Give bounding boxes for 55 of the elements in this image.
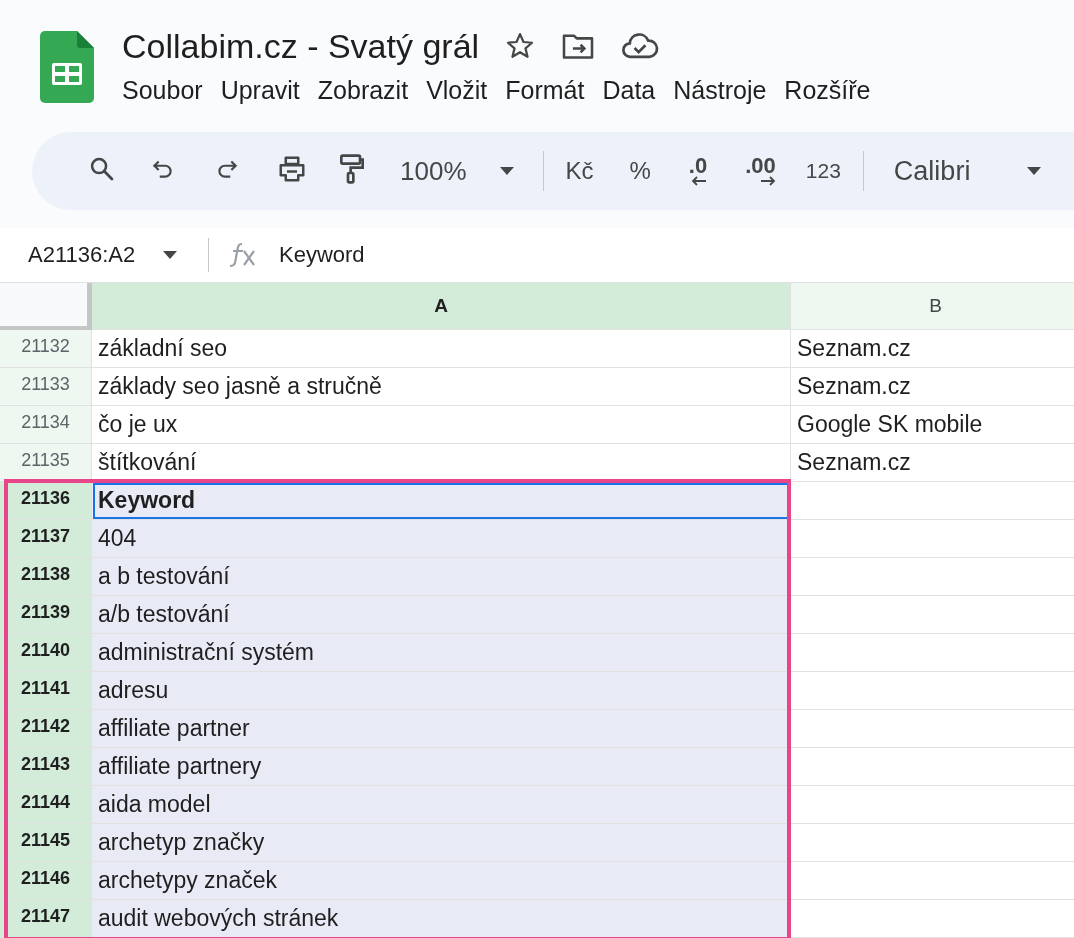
table-cell: Seznam.cz [791, 444, 1074, 482]
currency-format-button[interactable]: Kč [565, 157, 594, 185]
column-header[interactable]: A [92, 283, 791, 330]
row-header[interactable]: 21137 [0, 520, 92, 558]
row-header[interactable]: 21144 [0, 786, 92, 824]
cloud-check-icon[interactable] [621, 32, 660, 60]
spreadsheet-logo[interactable] [40, 31, 94, 103]
menu-item[interactable]: Vložit [424, 74, 504, 107]
table-cell: čo je ux [92, 406, 791, 444]
menu-item[interactable]: Zobrazit [315, 74, 425, 107]
table-cell: štítkování [92, 444, 791, 482]
row-header[interactable]: 21135 [0, 444, 92, 482]
zoom-dropdown[interactable]: 100% [400, 155, 515, 187]
search-icon[interactable] [88, 155, 116, 183]
formula-input[interactable]: Keyword [279, 242, 365, 268]
table-cell: základy seo jasně a stručně [92, 368, 791, 406]
row-header[interactable]: 21138 [0, 558, 92, 596]
folder-move-icon[interactable] [561, 32, 596, 60]
left-arrow-icon [691, 176, 708, 186]
row-header[interactable]: 21145 [0, 824, 92, 862]
row-header[interactable]: 21146 [0, 862, 92, 900]
row-header[interactable]: 21132 [0, 330, 92, 368]
menu-item[interactable]: Upravit [218, 74, 316, 107]
column-header[interactable]: B [791, 283, 1074, 330]
menu-item[interactable]: Formát [503, 74, 601, 107]
row-header[interactable]: 21140 [0, 634, 92, 672]
table-cell: základní seo [92, 330, 791, 368]
row-header[interactable]: 21147 [0, 900, 92, 938]
percent-format-button[interactable]: % [629, 157, 651, 185]
table-cell: Google SK mobile [791, 406, 1074, 444]
caret-icon[interactable] [162, 250, 178, 260]
paint-roller-icon[interactable] [338, 153, 366, 185]
table-cell: Seznam.cz [791, 330, 1074, 368]
menu-item[interactable]: Soubor [120, 74, 219, 107]
right-arrow-icon [759, 176, 776, 186]
font-dropdown[interactable]: Calibri [893, 155, 1043, 187]
menu-item[interactable]: Nástroje [671, 74, 783, 107]
row-header[interactable]: 21134 [0, 406, 92, 444]
menu-item[interactable]: Rozšíře [782, 74, 887, 107]
name-box[interactable]: A21136:A2 [28, 242, 188, 268]
menu-item[interactable]: Data [600, 74, 672, 107]
row-header[interactable]: 21142 [0, 710, 92, 748]
row-header[interactable]: 21143 [0, 748, 92, 786]
table-cell: Seznam.cz [791, 368, 1074, 406]
row-header[interactable]: 21139 [0, 596, 92, 634]
document-title[interactable]: Collabim.cz - Svatý grál [122, 26, 480, 66]
row-header[interactable]: 21133 [0, 368, 92, 406]
caret-icon[interactable] [498, 166, 515, 176]
increase-decimals-button[interactable]: .00 [745, 156, 776, 186]
row-header[interactable]: 21136 [0, 482, 92, 520]
row-header[interactable]: 21141 [0, 672, 92, 710]
number-format-button[interactable]: 123 [805, 159, 841, 183]
decrease-decimals-button[interactable]: .0 [688, 156, 708, 186]
star-icon[interactable] [505, 31, 536, 61]
caret-icon[interactable] [1026, 166, 1043, 176]
